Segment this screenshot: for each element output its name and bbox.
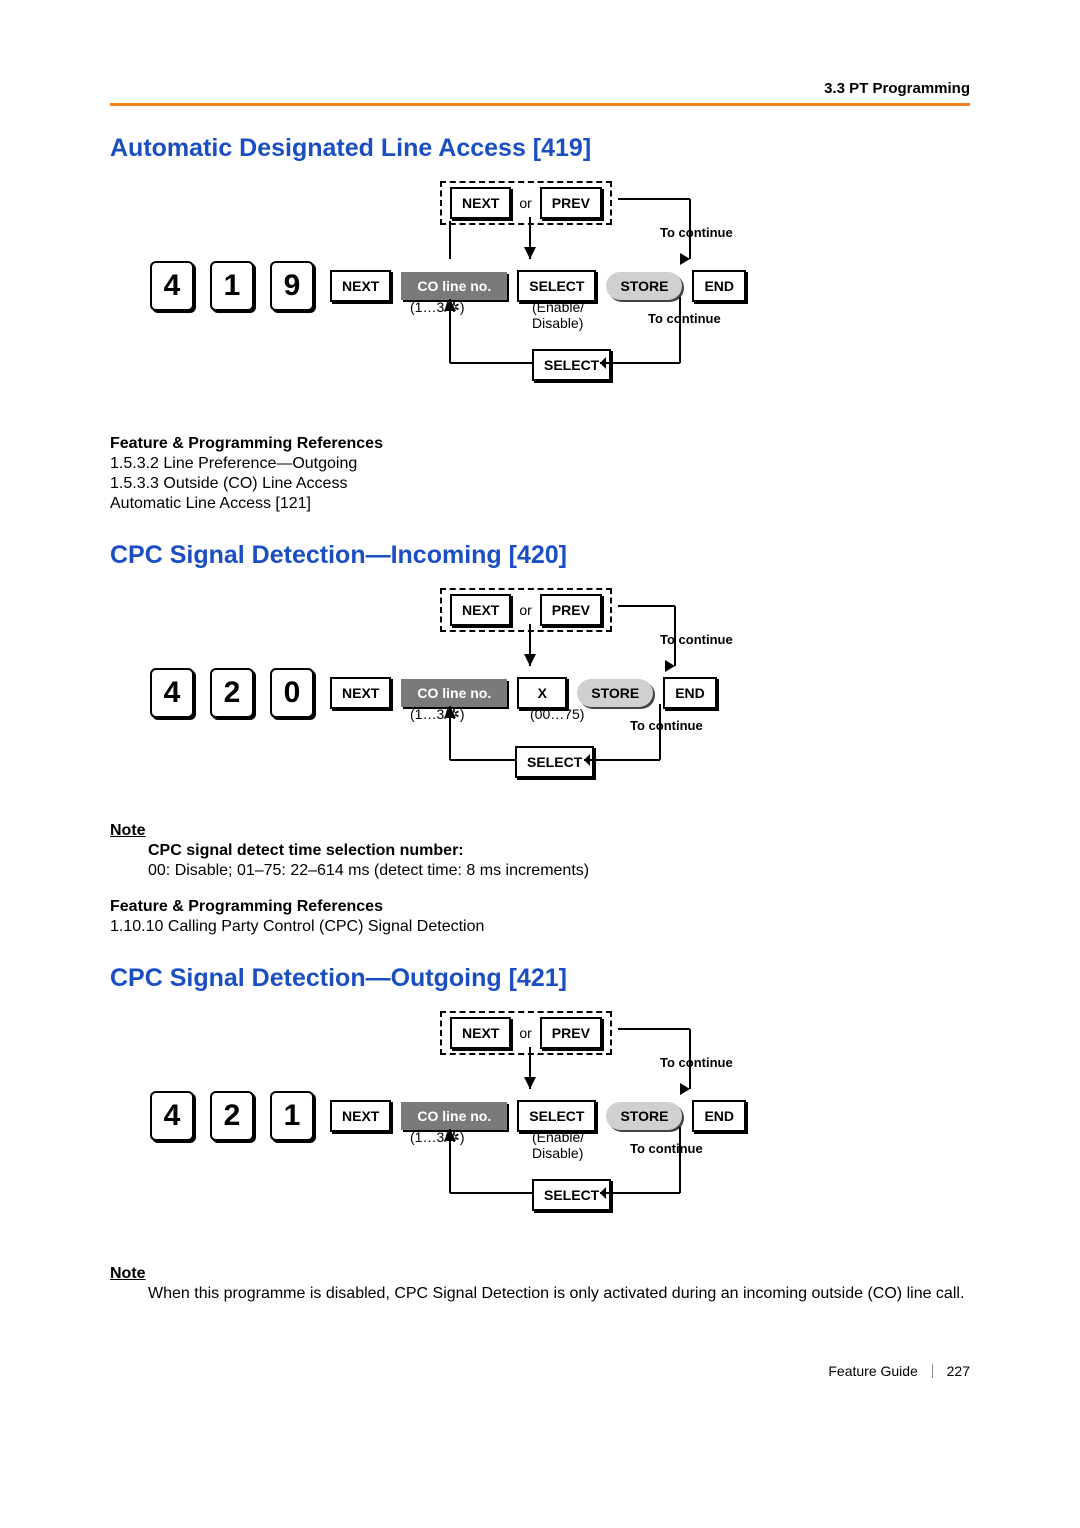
arrows-421	[150, 1011, 850, 1241]
refs-head-420: Feature & Programming References	[110, 898, 970, 916]
note-bold-420: CPC signal detect time selection number:	[148, 842, 970, 860]
diagram-419: NEXT or PREV To continue 4 1 9 NEXT CO l…	[150, 181, 970, 411]
ref-419-0: 1.5.3.2 Line Preference—Outgoing	[110, 455, 970, 473]
footer-sep	[932, 1364, 933, 1378]
section-420-title: CPC Signal Detection—Incoming [420]	[110, 541, 970, 570]
footer: Feature Guide 227	[110, 1363, 970, 1379]
footer-page: 227	[947, 1363, 970, 1379]
header-rule	[110, 103, 970, 106]
section-421-title: CPC Signal Detection—Outgoing [421]	[110, 964, 970, 993]
note-head-420: Note	[110, 822, 970, 840]
arrows-420	[150, 588, 850, 798]
ref-419-2: Automatic Line Access [121]	[110, 495, 970, 513]
note-text-421: When this programme is disabled, CPC Sig…	[148, 1285, 970, 1303]
diagram-421: NEXT or PREV To continue 4 2 1 NEXT CO l…	[150, 1011, 970, 1241]
header-section: 3.3 PT Programming	[110, 80, 970, 97]
ref-420-0: 1.10.10 Calling Party Control (CPC) Sign…	[110, 918, 970, 936]
refs-head-419: Feature & Programming References	[110, 435, 970, 453]
diagram-420: NEXT or PREV To continue 4 2 0 NEXT CO l…	[150, 588, 970, 798]
note-text-420: 00: Disable; 01–75: 22–614 ms (detect ti…	[148, 862, 970, 880]
note-head-421: Note	[110, 1265, 970, 1283]
ref-419-1: 1.5.3.3 Outside (CO) Line Access	[110, 475, 970, 493]
arrows-419	[150, 181, 850, 411]
section-419-title: Automatic Designated Line Access [419]	[110, 134, 970, 163]
footer-guide: Feature Guide	[828, 1363, 918, 1379]
